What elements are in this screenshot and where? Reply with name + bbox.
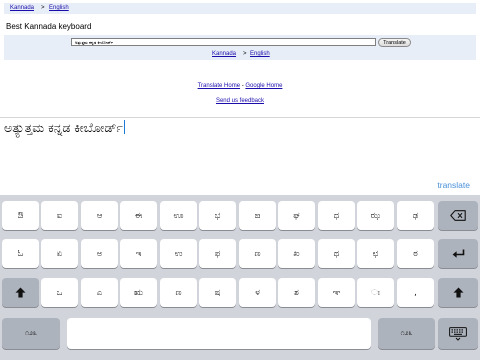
- numbers-key-right[interactable]: ೧೨೩: [378, 318, 435, 349]
- key-row3-4[interactable]: ಣ: [160, 278, 197, 307]
- key-row2-2[interactable]: ಏ: [41, 239, 78, 268]
- editor-text-line: ಅತ್ಯುತ್ತಮ ಕನ್ನಡ ಕೀಬೋರ್ಡ್: [4, 119, 125, 137]
- key-row1-8[interactable]: ಘ: [278, 201, 315, 230]
- translate-webpage: Kannada > English Best Kannada keyboard …: [0, 0, 480, 118]
- send-feedback-link[interactable]: Send us feedback: [216, 98, 264, 104]
- key-row1-7[interactable]: ಙ: [239, 201, 276, 230]
- space-key[interactable]: [67, 318, 371, 349]
- key-row1-5[interactable]: ಊ: [160, 201, 197, 230]
- key-row2-3[interactable]: ಅ: [81, 239, 118, 268]
- translate-form: ಅತ್ಯುತ್ತಮ ಕನ್ನಡ ಕೀಬೋರ್ಡ್ Translate Kanna…: [4, 35, 476, 60]
- text-editor[interactable]: ಅತ್ಯುತ್ತಮ ಕನ್ನಡ ಕೀಬೋರ್ಡ್ translate: [0, 117, 480, 196]
- key-row3-2[interactable]: ಎ: [81, 278, 118, 307]
- language-bar: Kannada > English: [4, 3, 476, 14]
- key-row2-7[interactable]: ಣ: [239, 239, 276, 268]
- numbers-key-left[interactable]: ೧೨೩: [2, 318, 60, 349]
- text-cursor: [123, 120, 125, 134]
- source-language-link[interactable]: Kannada: [10, 3, 34, 14]
- key-row3-5[interactable]: ಷ: [199, 278, 236, 307]
- form-target-language-link[interactable]: English: [250, 51, 270, 58]
- key-row2-9[interactable]: ಥ: [318, 239, 355, 268]
- hide-keyboard-key[interactable]: [438, 318, 478, 349]
- key-row2-1[interactable]: ಓ: [2, 239, 39, 268]
- key-row2-8[interactable]: ಖ: [278, 239, 315, 268]
- shift-key-right[interactable]: [438, 278, 478, 307]
- key-row1-2[interactable]: ಐ: [41, 201, 78, 230]
- translate-home-link[interactable]: Translate Home: [198, 83, 240, 89]
- language-arrow: >: [41, 5, 45, 11]
- return-icon: [452, 249, 465, 259]
- key-row2-11[interactable]: ಠ: [397, 239, 434, 268]
- key-row3-6[interactable]: ಳ: [239, 278, 276, 307]
- key-row1-3[interactable]: ಆ: [81, 201, 118, 230]
- key-row3-8[interactable]: ಞ: [318, 278, 355, 307]
- keyboard-hide-icon: [449, 326, 467, 341]
- shift-key-left[interactable]: [2, 278, 39, 307]
- form-language-arrow: >: [243, 51, 247, 57]
- feedback-row: Send us feedback: [0, 98, 480, 105]
- key-row1-1[interactable]: ಔ: [2, 201, 39, 230]
- translate-link[interactable]: translate: [437, 180, 470, 190]
- key-row1-4[interactable]: ಈ: [120, 201, 157, 230]
- backspace-icon: [450, 210, 466, 221]
- shift-icon: [15, 287, 26, 298]
- key-row2-5[interactable]: ಉ: [160, 239, 197, 268]
- key-row1-6[interactable]: ಭ: [199, 201, 236, 230]
- key-row2-6[interactable]: ಫ: [199, 239, 236, 268]
- key-row1-9[interactable]: ಧ: [318, 201, 355, 230]
- translate-button[interactable]: Translate: [378, 38, 411, 47]
- key-row2-10[interactable]: ಛ: [357, 239, 394, 268]
- key-row2-4[interactable]: ಇ: [120, 239, 157, 268]
- key-row3-7[interactable]: ಶ: [278, 278, 315, 307]
- key-row3-1[interactable]: ಒ: [41, 278, 78, 307]
- kannada-keyboard: ಔ ಐ ಆ ಈ ಊ ಭ ಙ ಘ ಧ ಝ ಢ ಓ ಏ ಅ ಇ ಉ ಫ ಣ ಖ ಥ …: [0, 195, 480, 360]
- google-home-link[interactable]: Google Home: [245, 83, 282, 89]
- page-title: Best Kannada keyboard: [6, 22, 92, 31]
- footer-links: Translate Home - Google Home: [0, 83, 480, 90]
- shift-icon: [453, 287, 464, 298]
- source-text-input[interactable]: ಅತ್ಯುತ್ತಮ ಕನ್ನಡ ಕೀಬೋರ್ಡ್: [71, 38, 376, 46]
- backspace-key[interactable]: [438, 201, 478, 230]
- key-row1-11[interactable]: ಢ: [397, 201, 434, 230]
- enter-key[interactable]: [438, 239, 478, 268]
- form-source-language-link[interactable]: Kannada: [212, 51, 236, 58]
- key-row3-3[interactable]: ಋ: [120, 278, 157, 307]
- editor-text: ಅತ್ಯುತ್ತಮ ಕನ್ನಡ ಕೀಬೋರ್ಡ್: [4, 120, 123, 135]
- target-language-link[interactable]: English: [49, 3, 69, 14]
- key-row1-10[interactable]: ಝ: [357, 201, 394, 230]
- key-row3-9[interactable]: ಃ: [357, 278, 394, 307]
- key-row3-10[interactable]: ,: [397, 278, 434, 307]
